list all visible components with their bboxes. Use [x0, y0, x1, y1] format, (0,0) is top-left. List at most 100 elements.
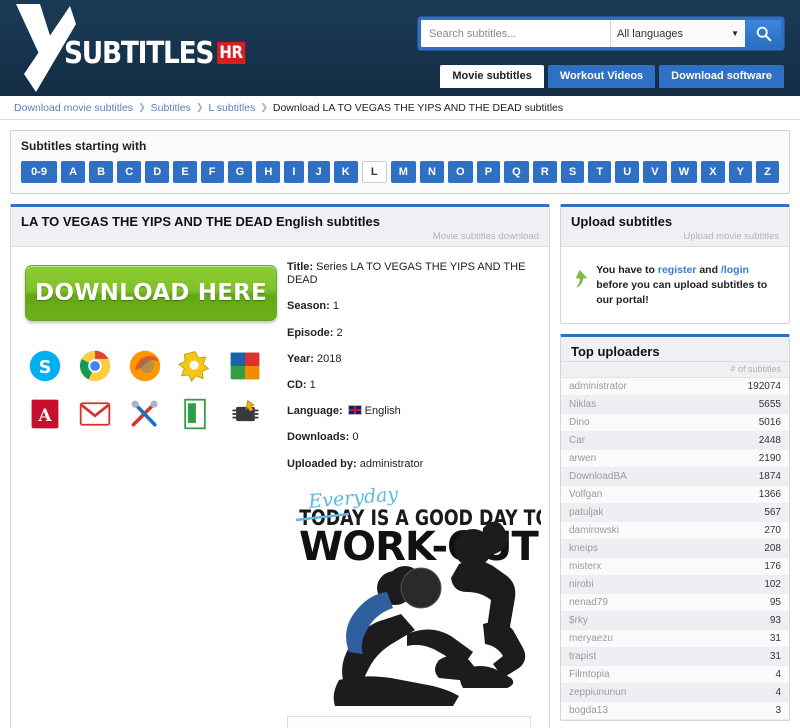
workout-poster: Everyday TODAY IS A GOOD DAY TO WORK-OUT — [287, 483, 541, 706]
register-link[interactable]: register — [658, 264, 697, 276]
uploader-name: meryaezu — [561, 629, 689, 648]
repair-tools-icon[interactable] — [125, 395, 165, 433]
nav-tab-workout-videos[interactable]: Workout Videos — [547, 65, 656, 88]
adobe-pdf-icon-glyph: A — [31, 399, 59, 429]
drivers-chip-icon[interactable] — [225, 395, 265, 433]
software-icon-grid: SA — [25, 347, 277, 433]
table-row[interactable]: bogda13 3 — [561, 701, 789, 720]
alpha-key-o[interactable]: O — [447, 161, 473, 183]
search-button[interactable] — [745, 20, 781, 47]
search-input[interactable] — [421, 20, 610, 47]
language-select-value: All languages — [617, 27, 684, 40]
download-here-label: DOWNLOAD HERE — [35, 280, 267, 306]
table-row[interactable]: Filmtopia 4 — [561, 665, 789, 684]
uploader-count: 208 — [688, 539, 789, 558]
breadcrumb-item-0[interactable]: Download movie subtitles — [14, 102, 133, 114]
site-logo-text: SUBTITLES HR — [64, 36, 246, 71]
table-row[interactable]: administrator 192074 — [561, 377, 789, 396]
alpha-key-r[interactable]: R — [532, 161, 557, 183]
alpha-key-0-9[interactable]: 0-9 — [21, 161, 58, 183]
table-row[interactable]: damirowski 270 — [561, 521, 789, 540]
breadcrumb-item-1[interactable]: Subtitles — [151, 102, 191, 114]
table-row[interactable]: $rky 93 — [561, 611, 789, 630]
site-header: SUBTITLESHR All languages ▼ Movie subtit… — [0, 0, 800, 96]
alpha-key-a[interactable]: A — [61, 161, 86, 183]
firefox-icon-glyph — [129, 350, 161, 382]
table-row[interactable]: nirobi 102 — [561, 575, 789, 594]
alpha-key-c[interactable]: C — [117, 161, 142, 183]
winrar-icon[interactable] — [225, 347, 265, 385]
table-row[interactable]: misterx 176 — [561, 557, 789, 576]
login-link[interactable]: /login — [721, 264, 749, 276]
green-document-icon[interactable] — [175, 395, 215, 433]
skype-icon-glyph: S — [29, 350, 61, 382]
table-row[interactable]: trapist 31 — [561, 647, 789, 666]
download-subtitle-link-box[interactable]: Download LA TO VEGAS THE YIPS AND THE DE… — [287, 715, 531, 728]
alpha-key-e[interactable]: E — [173, 161, 197, 183]
chrome-icon[interactable] — [75, 347, 115, 385]
alpha-key-g[interactable]: G — [227, 161, 253, 183]
alpha-key-i[interactable]: I — [284, 161, 304, 183]
alpha-key-h[interactable]: H — [256, 161, 281, 183]
gmail-icon[interactable] — [75, 395, 115, 433]
uploader-count: 93 — [688, 611, 789, 630]
alpha-key-n[interactable]: N — [419, 161, 444, 183]
uploader-name: Dino — [561, 413, 689, 432]
alpha-key-x[interactable]: X — [701, 161, 725, 183]
uploader-count: 176 — [688, 557, 789, 576]
alpha-key-w[interactable]: W — [670, 161, 698, 183]
nav-tab-movie-subtitles[interactable]: Movie subtitles — [440, 65, 544, 88]
table-row[interactable]: meryaezu 31 — [561, 629, 789, 648]
table-row[interactable]: DownloadBA 1874 — [561, 467, 789, 486]
alpha-key-z[interactable]: Z — [756, 161, 779, 183]
site-logo[interactable]: SUBTITLES HR — [8, 2, 246, 96]
alpha-key-q[interactable]: Q — [504, 161, 529, 183]
alpha-key-f[interactable]: F — [200, 161, 224, 183]
detail-value: 1 — [309, 378, 316, 391]
alpha-key-d[interactable]: D — [145, 161, 170, 183]
upload-panel-title: Upload subtitles — [571, 214, 673, 229]
table-row[interactable]: Dino 5016 — [561, 413, 789, 432]
alpha-key-l[interactable]: L — [361, 161, 387, 183]
table-row[interactable]: Niklas 5655 — [561, 395, 789, 414]
detail-value: English — [364, 405, 401, 418]
language-select[interactable]: All languages ▼ — [610, 20, 745, 47]
adobe-pdf-icon[interactable]: A — [25, 395, 65, 433]
uploader-name: damirowski — [561, 521, 689, 540]
breadcrumb-current: Download LA TO VEGAS THE YIPS AND THE DE… — [272, 101, 564, 114]
table-row[interactable]: arwen 2190 — [561, 449, 789, 468]
download-here-button[interactable]: DOWNLOAD HERE — [25, 265, 277, 321]
green-up-arrow-icon — [575, 269, 588, 288]
tools-gear-icon[interactable] — [175, 347, 215, 385]
upload-message-mid: and — [696, 264, 721, 276]
top-uploaders-header: Top uploaders — [561, 336, 789, 362]
skype-icon[interactable]: S — [25, 347, 65, 385]
alpha-key-b[interactable]: B — [89, 161, 114, 183]
alpha-key-p[interactable]: P — [476, 161, 501, 183]
uploader-name: patuljak — [561, 503, 689, 522]
table-row[interactable]: Volfgan 1366 — [561, 485, 789, 504]
uploader-count: 102 — [688, 575, 789, 594]
table-row[interactable]: zeppiununun 4 — [561, 683, 789, 702]
nav-tab-download-software[interactable]: Download software — [659, 65, 784, 88]
alpha-key-j[interactable]: J — [307, 161, 330, 183]
alpha-key-t[interactable]: T — [588, 161, 612, 183]
alpha-key-m[interactable]: M — [390, 161, 416, 183]
table-row[interactable]: nenad79 95 — [561, 593, 789, 612]
alpha-key-y[interactable]: Y — [728, 161, 753, 183]
firefox-icon[interactable] — [125, 347, 165, 385]
table-row[interactable]: kneips 208 — [561, 539, 789, 558]
table-row[interactable]: Car 2448 — [561, 431, 789, 450]
alpha-key-k[interactable]: K — [333, 161, 358, 183]
alpha-key-u[interactable]: U — [615, 161, 640, 183]
breadcrumb-item-2[interactable]: L subtitles — [208, 102, 255, 114]
chrome-icon-glyph — [79, 350, 111, 382]
top-uploaders-panel: Top uploaders # of subtitles administrat… — [560, 333, 790, 721]
detail-label: Title: — [287, 261, 317, 273]
alpha-key-s[interactable]: S — [560, 161, 585, 183]
table-header-row: # of subtitles — [561, 361, 789, 378]
alpha-key-v[interactable]: V — [643, 161, 667, 183]
table-row[interactable]: patuljak 567 — [561, 503, 789, 522]
uploader-count: 1874 — [688, 467, 789, 486]
uploader-name: trapist — [561, 647, 689, 666]
